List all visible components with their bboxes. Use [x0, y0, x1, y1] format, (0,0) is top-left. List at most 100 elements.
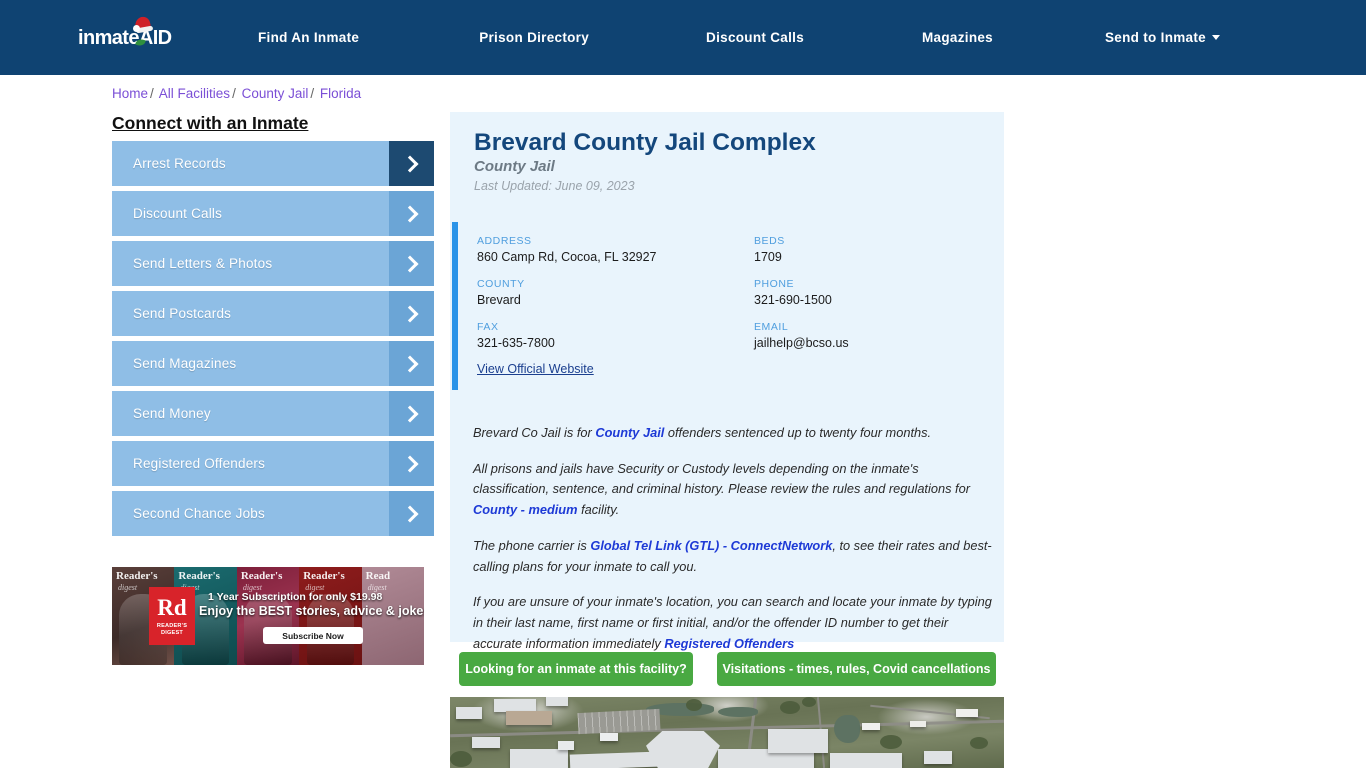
detail-label: PHONE: [754, 278, 795, 290]
chevron-right-icon: [389, 491, 434, 536]
detail-value: 860 Camp Rd, Cocoa, FL 32927: [477, 250, 657, 264]
nav-item-discount-calls[interactable]: Discount Calls: [706, 30, 804, 45]
link-county-medium[interactable]: County - medium: [473, 502, 578, 517]
nav-item-magazines[interactable]: Magazines: [922, 30, 993, 45]
desc-text: facility.: [577, 502, 620, 518]
sidebar-item-second-chance-jobs[interactable]: Second Chance Jobs: [112, 491, 434, 536]
detail-address: ADDRESS 860 Camp Rd, Cocoa, FL 32927: [477, 235, 754, 264]
visitation-info-button[interactable]: Visitations - times, rules, Covid cancel…: [717, 652, 996, 686]
nav-item-send-to-inmate-label: Send to Inmate: [1105, 30, 1206, 45]
breadcrumb-separator: /: [310, 86, 315, 101]
ad-cover-title: Reader's: [240, 570, 283, 582]
desc-text: offenders sentenced up to twenty four mo…: [664, 425, 932, 440]
sidebar-item-label: Send Money: [133, 406, 211, 421]
advertisement-banner[interactable]: Reader's digest Reader's digest Reader's…: [112, 567, 424, 665]
ad-headline: 1 Year Subscription for only $19.98: [208, 591, 383, 603]
chevron-right-icon: [389, 241, 434, 286]
breadcrumb: Home / All Facilities / County Jail / Flori…: [112, 86, 361, 101]
desc-text: All prisons and jails have Security or C…: [473, 460, 970, 497]
detail-label: EMAIL: [754, 321, 789, 333]
detail-fax: FAX 321-635-7800: [477, 321, 754, 350]
nav-item-find-an-inmate[interactable]: Find An Inmate: [258, 30, 359, 45]
description-paragraph-4: If you are unsure of your inmate's locat…: [473, 592, 993, 654]
santa-hat-icon: [133, 15, 155, 34]
chevron-right-icon: [389, 291, 434, 336]
view-official-website-link[interactable]: View Official Website: [477, 362, 594, 376]
sidebar-item-discount-calls[interactable]: Discount Calls: [112, 191, 434, 236]
sidebar-item-label: Send Magazines: [133, 356, 237, 371]
sidebar-item-label: Arrest Records: [133, 156, 226, 171]
logo-wordmark: inmateAID: [78, 24, 186, 52]
sidebar-item-label: Second Chance Jobs: [133, 506, 265, 521]
facility-aerial-photo[interactable]: [450, 697, 1004, 768]
chevron-right-icon: [389, 191, 434, 236]
desc-text: Brevard Co Jail is for: [473, 425, 596, 440]
ad-cover-sub: digest: [118, 583, 138, 592]
facility-type: County Jail: [474, 158, 555, 175]
detail-value: jailhelp@bcso.us: [754, 336, 849, 350]
ad-cover-title: Reader's: [178, 570, 220, 582]
link-phone-carrier[interactable]: Global Tel Link (GTL) - ConnectNetwork: [590, 538, 832, 553]
sidebar-item-send-magazines[interactable]: Send Magazines: [112, 341, 434, 386]
nav-item-send-to-inmate[interactable]: Send to Inmate: [1105, 30, 1220, 45]
ad-cover-title: Reader's: [116, 570, 158, 582]
sidebar-item-label: Registered Offenders: [133, 456, 266, 471]
ad-subscribe-button[interactable]: Subscribe Now: [263, 627, 363, 644]
sidebar-item-registered-offenders[interactable]: Registered Offenders: [112, 441, 434, 486]
facility-description: Brevard Co Jail is for County Jail offen…: [473, 423, 993, 654]
top-navigation-bar: inmateAID Find An Inmate Prison Director…: [0, 0, 1366, 75]
accent-bar: [452, 222, 458, 390]
detail-value: Brevard: [477, 293, 521, 307]
breadcrumb-separator: /: [232, 86, 236, 101]
logo-text-inmate: inmate: [78, 27, 139, 49]
sidebar-item-arrest-records[interactable]: Arrest Records: [112, 141, 434, 186]
detail-value: 321-635-7800: [477, 336, 555, 350]
detail-label: FAX: [477, 321, 499, 333]
primary-nav-links: Find An Inmate Prison Directory Discount…: [258, 0, 1220, 75]
breadcrumb-item-florida[interactable]: Florida: [320, 86, 361, 101]
ad-cover-title: Read: [365, 570, 391, 582]
chevron-right-icon: [389, 441, 434, 486]
site-logo[interactable]: inmateAID: [78, 15, 186, 52]
description-paragraph-1: Brevard Co Jail is for County Jail offen…: [473, 423, 993, 444]
chevron-right-icon: [389, 341, 434, 386]
ad-brand-logo: Rd READER'S DIGEST: [149, 587, 195, 645]
detail-label: BEDS: [754, 235, 785, 247]
ad-subheadline: Enjoy the BEST stories, advice & jokes!: [199, 604, 424, 618]
detail-email: EMAIL jailhelp@bcso.us: [754, 321, 977, 350]
detail-label: ADDRESS: [477, 235, 532, 247]
facility-details-grid: ADDRESS 860 Camp Rd, Cocoa, FL 32927 BED…: [477, 235, 977, 350]
detail-label: COUNTY: [477, 278, 525, 290]
sidebar-item-label: Send Letters & Photos: [133, 256, 273, 271]
sidebar-item-send-letters-photos[interactable]: Send Letters & Photos: [112, 241, 434, 286]
detail-value: 321-690-1500: [754, 293, 832, 307]
detail-beds: BEDS 1709: [754, 235, 977, 264]
breadcrumb-separator: /: [150, 86, 154, 101]
page-title: Brevard County Jail Complex: [474, 129, 816, 156]
detail-county: COUNTY Brevard: [477, 278, 754, 307]
chevron-right-icon: [389, 141, 434, 186]
nav-item-prison-directory[interactable]: Prison Directory: [479, 30, 589, 45]
inmate-lookup-button[interactable]: Looking for an inmate at this facility?: [459, 652, 693, 686]
breadcrumb-item-home[interactable]: Home: [112, 86, 148, 101]
description-paragraph-2: All prisons and jails have Security or C…: [473, 459, 993, 521]
last-updated-text: Last Updated: June 09, 2023: [474, 179, 635, 193]
link-registered-offenders[interactable]: Registered Offenders: [664, 636, 794, 651]
desc-text: The phone carrier is: [473, 537, 591, 553]
ad-cover-title: Reader's: [303, 570, 345, 582]
facility-info-card: Brevard County Jail Complex County Jail …: [450, 112, 1004, 651]
sidebar-item-send-postcards[interactable]: Send Postcards: [112, 291, 434, 336]
chevron-right-icon: [389, 391, 434, 436]
detail-phone: PHONE 321-690-1500: [754, 278, 977, 307]
detail-value: 1709: [754, 250, 782, 264]
description-paragraph-3: The phone carrier is Global Tel Link (GT…: [473, 536, 993, 577]
sidebar-heading: Connect with an Inmate: [112, 113, 309, 133]
breadcrumb-item-all-facilities[interactable]: All Facilities: [159, 86, 230, 101]
sidebar-item-label: Send Postcards: [133, 306, 232, 321]
sidebar-item-send-money[interactable]: Send Money: [112, 391, 434, 436]
ad-logo-mark: Rd: [157, 594, 187, 620]
link-county-jail[interactable]: County Jail: [595, 425, 664, 440]
breadcrumb-item-county-jail[interactable]: County Jail: [242, 86, 309, 101]
chevron-down-icon: [1211, 35, 1220, 40]
sidebar-menu: Arrest Records Discount Calls Send Lette…: [112, 141, 434, 541]
